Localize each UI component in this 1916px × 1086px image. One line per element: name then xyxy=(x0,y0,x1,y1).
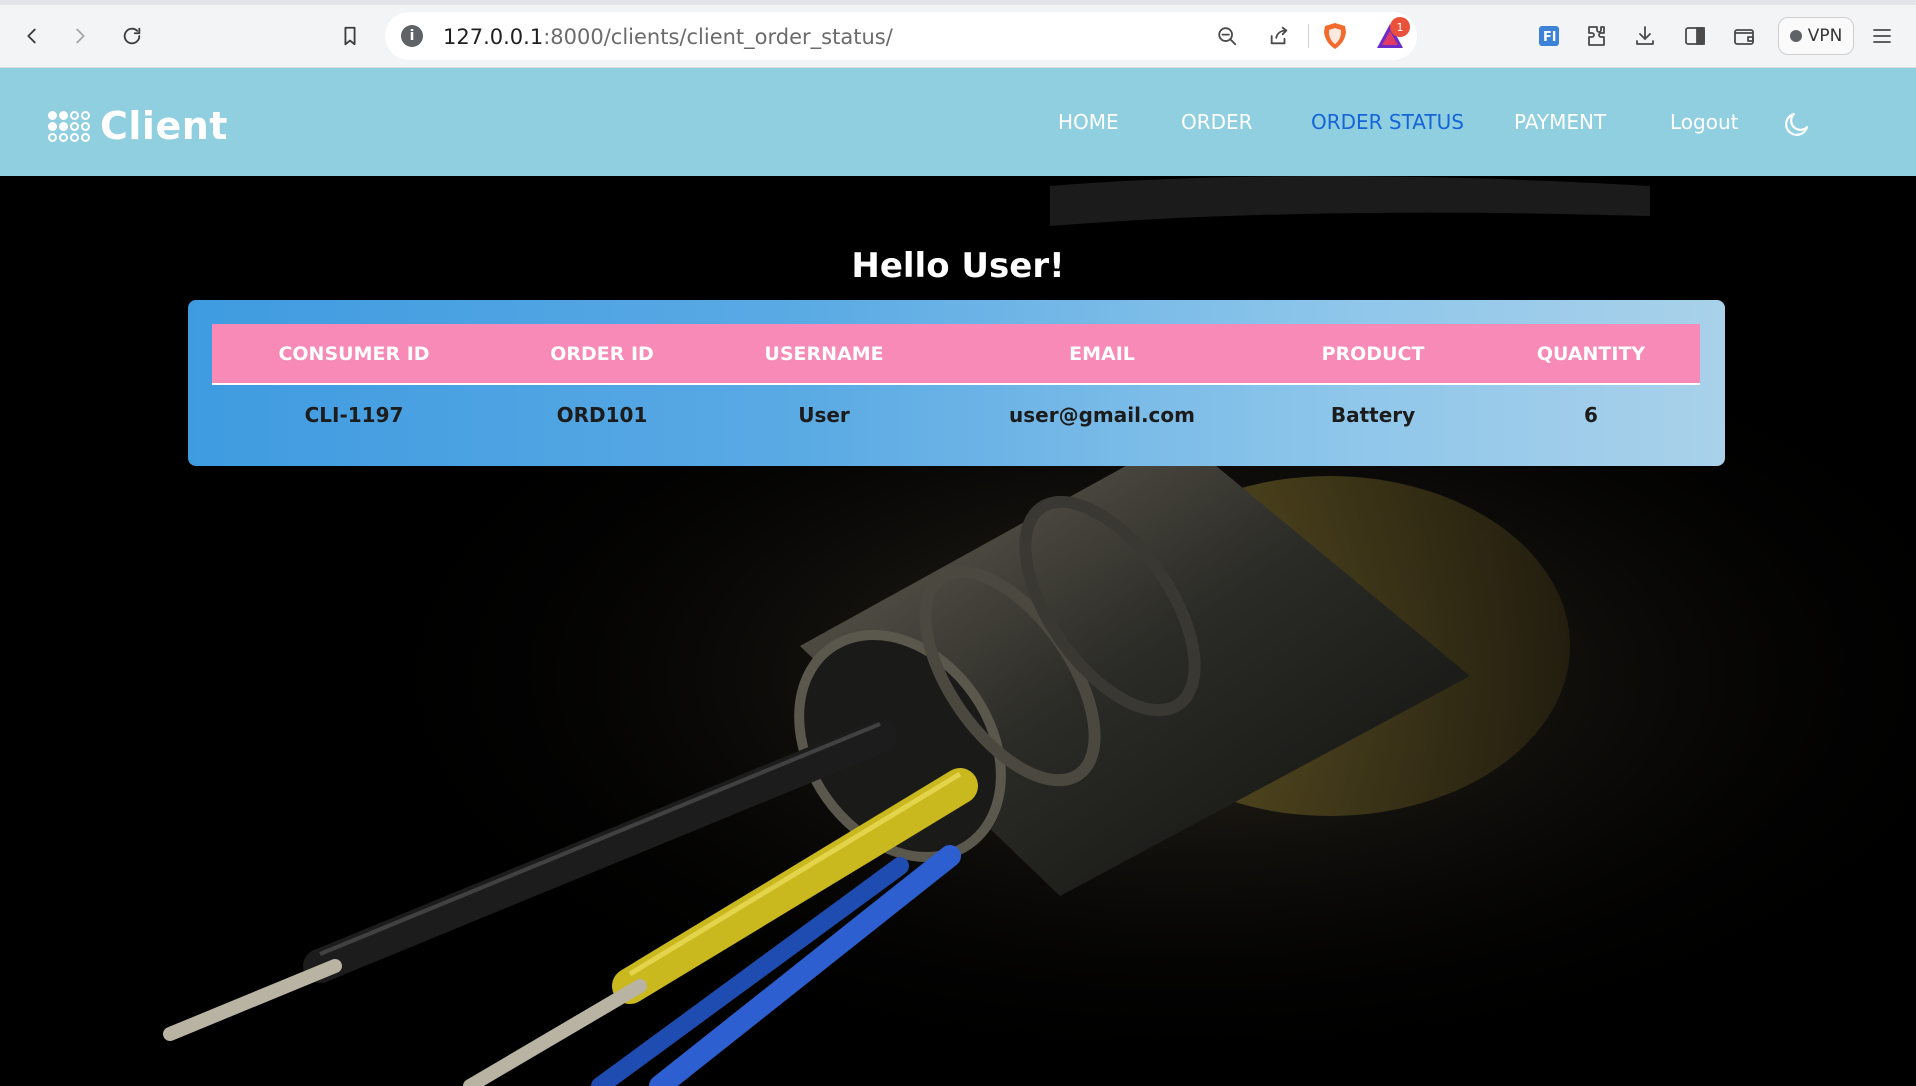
column-header: CONSUMER ID xyxy=(212,324,496,385)
url-host: 127.0.0.1 xyxy=(443,25,544,49)
extensions-icon[interactable] xyxy=(1583,22,1611,50)
column-header: PRODUCT xyxy=(1264,324,1482,385)
hamburger-menu-icon[interactable] xyxy=(1868,22,1896,50)
url-text[interactable]: 127.0.0.1:8000/clients/client_order_stat… xyxy=(443,25,893,49)
greeting-heading: Hello User! xyxy=(851,246,1065,286)
logo-text: Client xyxy=(100,104,228,148)
nav-payment[interactable]: PAYMENT xyxy=(1514,110,1606,134)
address-bar-divider xyxy=(1308,24,1309,48)
table-cell: Battery xyxy=(1330,402,1416,427)
nav-home[interactable]: HOME xyxy=(1058,110,1119,134)
nav-order[interactable]: ORDER xyxy=(1181,110,1253,134)
table-cell: CLI-1197 xyxy=(304,402,404,427)
url-path: :8000/clients/client_order_status/ xyxy=(543,25,893,49)
nav-order-status[interactable]: ORDER STATUS xyxy=(1311,110,1464,134)
browser-toolbar: i 127.0.0.1:8000/clients/client_order_st… xyxy=(0,0,1916,68)
table-header-row: CONSUMER ID ORDER ID USERNAME EMAIL PROD… xyxy=(212,324,1700,385)
hero-section: Hello User! CONSUMER ID ORDER ID USERNAM… xyxy=(0,176,1916,1086)
site-logo[interactable]: Client xyxy=(48,104,228,148)
reload-icon[interactable] xyxy=(114,18,150,54)
zoom-out-icon[interactable] xyxy=(1214,23,1240,49)
table-cell: ORD101 xyxy=(556,402,648,427)
table-cell: user@gmail.com xyxy=(1009,402,1195,427)
vpn-button[interactable]: VPN xyxy=(1778,17,1854,55)
download-icon[interactable] xyxy=(1631,22,1659,50)
brave-shield-icon[interactable] xyxy=(1322,22,1348,50)
bookmark-icon[interactable] xyxy=(332,18,368,54)
info-icon[interactable]: i xyxy=(401,25,423,47)
logo-dots-icon xyxy=(48,110,90,142)
column-header: ORDER ID xyxy=(496,324,708,385)
nav-logout[interactable]: Logout xyxy=(1670,110,1738,134)
tab-strip xyxy=(0,0,1916,5)
moon-icon[interactable] xyxy=(1782,109,1812,139)
order-status-card: CONSUMER ID ORDER ID USERNAME EMAIL PROD… xyxy=(188,300,1725,466)
translate-icon[interactable]: Fl xyxy=(1535,22,1563,50)
table-row: CLI-1197 ORD101 User user@gmail.com Batt… xyxy=(212,384,1700,444)
svg-text:Fl: Fl xyxy=(1543,30,1556,45)
rewards-count-badge: 1 xyxy=(1390,17,1410,37)
column-header: USERNAME xyxy=(708,324,940,385)
forward-arrow-icon[interactable] xyxy=(62,18,98,54)
address-bar[interactable]: i 127.0.0.1:8000/clients/client_order_st… xyxy=(385,12,1417,60)
vpn-status-icon xyxy=(1789,30,1802,42)
sidebar-icon[interactable] xyxy=(1681,22,1709,50)
site-header: Client HOME ORDER ORDER STATUS PAYMENT L… xyxy=(0,68,1916,176)
wallet-icon[interactable] xyxy=(1730,22,1758,50)
vpn-label: VPN xyxy=(1807,26,1843,46)
table-cell: User xyxy=(798,402,850,427)
column-header: QUANTITY xyxy=(1482,324,1700,385)
order-status-table: CONSUMER ID ORDER ID USERNAME EMAIL PROD… xyxy=(212,324,1700,444)
table-cell: 6 xyxy=(1584,402,1598,427)
back-arrow-icon[interactable] xyxy=(14,18,50,54)
column-header: EMAIL xyxy=(940,324,1264,385)
share-icon[interactable] xyxy=(1266,23,1292,49)
